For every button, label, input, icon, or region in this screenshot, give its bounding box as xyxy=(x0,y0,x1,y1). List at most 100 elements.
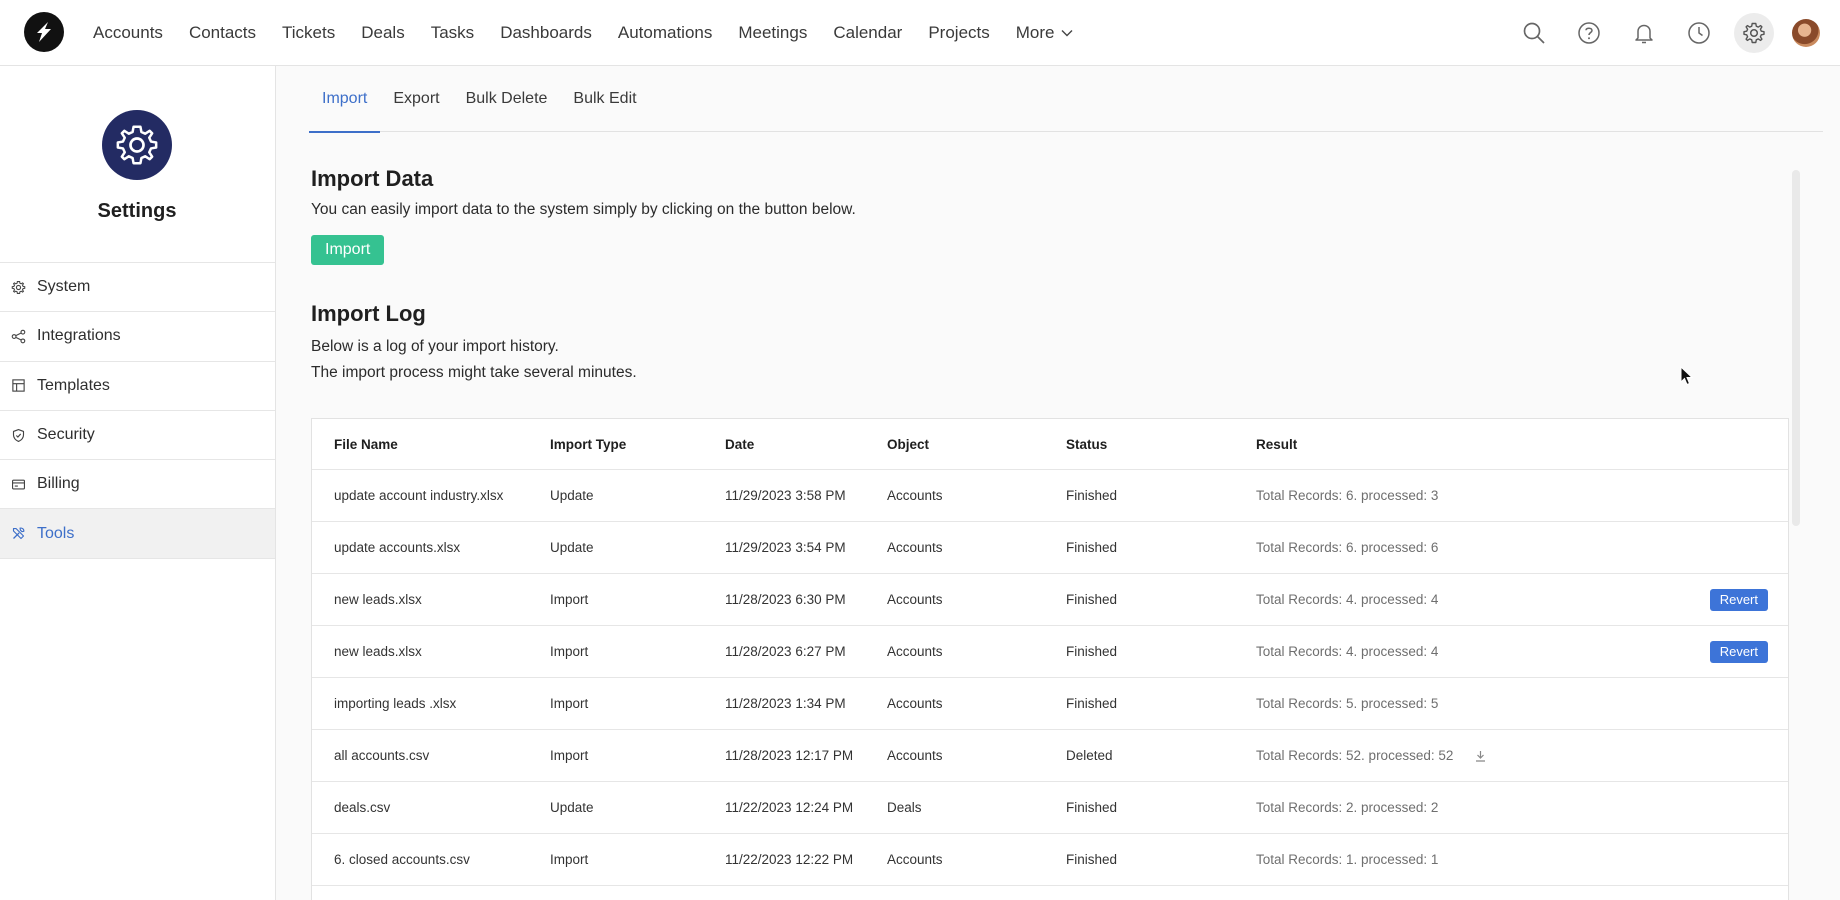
cell-status: Finished xyxy=(1066,522,1117,573)
cell-object: Deals xyxy=(887,782,922,833)
cell-result-text: Total Records: 4. processed: 4 xyxy=(1256,644,1439,659)
cell-status: Deleted xyxy=(1066,730,1113,781)
history-button[interactable] xyxy=(1679,13,1719,53)
user-avatar[interactable] xyxy=(1792,19,1820,47)
tab-import[interactable]: Import xyxy=(309,66,381,133)
column-header-date[interactable]: Date xyxy=(725,419,754,469)
nav-item-deals[interactable]: Deals xyxy=(361,23,404,43)
sidebar-item-security[interactable]: Security xyxy=(0,411,275,461)
cell-result-text: Total Records: 52. processed: 52 xyxy=(1256,748,1454,763)
column-header-status[interactable]: Status xyxy=(1066,419,1107,469)
cell-result-text: Total Records: 1. processed: 1 xyxy=(1256,852,1439,867)
settings-sidebar: Settings System Integrations Templates S… xyxy=(0,66,276,900)
sidebar-item-billing[interactable]: Billing xyxy=(0,460,275,510)
nav-item-projects[interactable]: Projects xyxy=(928,23,989,43)
tab-export[interactable]: Export xyxy=(380,66,452,132)
cell-date: 11/28/2023 1:34 PM xyxy=(725,678,846,729)
cell-object-text: Accounts xyxy=(887,644,943,659)
revert-button[interactable]: Revert xyxy=(1709,641,1768,663)
search-button[interactable] xyxy=(1514,13,1554,53)
cell-date: 11/29/2023 3:54 PM xyxy=(725,522,846,573)
cell-file-name: new leads.xlsx xyxy=(334,626,422,677)
cell-date: 11/22/2023 12:24 PM xyxy=(725,782,853,833)
cell-file-name-text: importing leads .xlsx xyxy=(334,696,457,711)
cell-date-text: 11/28/2023 6:30 PM xyxy=(725,592,846,607)
cell-status-text: Finished xyxy=(1066,644,1118,659)
cell-result: Total Records: 2. processed: 2 xyxy=(1256,782,1438,833)
cell-import-type: Import xyxy=(550,730,588,781)
cell-status-text: Finished xyxy=(1066,852,1118,867)
import-log-table: File Name Import Type Date Object Status… xyxy=(311,418,1789,900)
help-button[interactable] xyxy=(1569,13,1609,53)
cell-result: Total Records: 1. processed: 1 xyxy=(1256,834,1438,885)
cell-status-text: Finished xyxy=(1066,696,1118,711)
cell-import-type: Import xyxy=(550,574,588,625)
cell-object-text: Accounts xyxy=(887,696,943,711)
nav-item-tasks[interactable]: Tasks xyxy=(431,23,474,43)
cell-date-text: 11/29/2023 3:58 PM xyxy=(725,488,846,503)
tab-bulk-edit[interactable]: Bulk Edit xyxy=(560,66,649,132)
sidebar-title: Settings xyxy=(97,200,177,222)
shield-icon xyxy=(12,428,25,442)
gear-icon xyxy=(1743,22,1765,44)
table-row: update accounts.xlsx Update 11/29/2023 3:5… xyxy=(312,522,1788,574)
mouse-cursor-icon xyxy=(1680,366,1694,386)
column-header-file-name[interactable]: File Name xyxy=(334,419,398,469)
sidebar-item-integrations[interactable]: Integrations xyxy=(0,312,275,362)
cell-result-text: Total Records: 5. processed: 5 xyxy=(1256,696,1439,711)
sidebar-item-label: Security xyxy=(37,426,95,444)
nav-item-automations[interactable]: Automations xyxy=(618,23,713,43)
sidebar-item-system[interactable]: System xyxy=(0,263,275,313)
cell-object: Accounts xyxy=(887,574,943,625)
tab-bulk-delete[interactable]: Bulk Delete xyxy=(453,66,561,132)
cell-import-type-text: Import xyxy=(550,748,589,763)
nav-item-contacts[interactable]: Contacts xyxy=(189,23,256,43)
table-row: new leads.xlsx Import 11/28/2023 6:27 PM Ac… xyxy=(312,626,1788,678)
nav-item-accounts[interactable]: Accounts xyxy=(93,23,163,43)
download-icon[interactable] xyxy=(1475,750,1486,762)
cell-file-name-text: deals.csv xyxy=(334,800,391,815)
cell-status-text: Finished xyxy=(1066,592,1118,607)
sidebar-item-templates[interactable]: Templates xyxy=(0,362,275,411)
cell-file-name: update account industry.xlsx xyxy=(334,470,503,521)
search-icon xyxy=(1523,22,1545,44)
column-header-object[interactable]: Object xyxy=(887,419,929,469)
sidebar-item-tools[interactable]: Tools xyxy=(0,509,275,559)
cell-file-name: importing leads .xlsx xyxy=(334,678,456,729)
cell-status: Finished xyxy=(1066,782,1117,833)
cell-import-type-text: Import xyxy=(550,592,589,607)
table-row: all accounts.csv Import 11/28/2023 12:17 P… xyxy=(312,730,1788,782)
nav-item-meetings[interactable]: Meetings xyxy=(738,23,807,43)
nav-item-calendar[interactable]: Calendar xyxy=(833,23,902,43)
cell-date-text: 11/22/2023 12:24 PM xyxy=(725,800,854,815)
cell-object: Accounts xyxy=(887,834,943,885)
nav-item-dashboards[interactable]: Dashboards xyxy=(500,23,592,43)
cell-date-text: 11/29/2023 3:54 PM xyxy=(725,540,846,555)
gear-icon xyxy=(116,125,158,165)
revert-button[interactable]: Revert xyxy=(1709,589,1768,611)
column-header-import-type[interactable]: Import Type xyxy=(550,419,626,469)
content-scrollbar[interactable] xyxy=(1792,170,1800,526)
cell-result-text: Total Records: 4. processed: 4 xyxy=(1256,592,1439,607)
import-button[interactable]: Import xyxy=(311,235,385,265)
notifications-button[interactable] xyxy=(1624,13,1664,53)
cell-result: Total Records: 4. processed: 4 xyxy=(1256,574,1438,625)
cell-result: Total Records: 6. processed: 3 xyxy=(1256,470,1438,521)
main-content: Import Export Bulk Delete Bulk Edit Impo… xyxy=(276,66,1840,900)
app-logo[interactable] xyxy=(24,12,64,52)
cell-date: 11/22/2023 12:22 PM xyxy=(725,834,853,885)
sidebar-item-label: Templates xyxy=(37,376,110,394)
nav-item-more[interactable]: More xyxy=(1016,23,1073,43)
table-row: deals.csv Update 11/22/2023 12:24 PM Deals F… xyxy=(312,782,1788,834)
cell-object-text: Accounts xyxy=(887,592,943,607)
column-header-result[interactable]: Result xyxy=(1256,419,1297,469)
cell-object: Accounts xyxy=(887,678,943,729)
table-row: 6. closed accounts.csv Import 11/22/2023 1… xyxy=(312,834,1788,886)
settings-button[interactable] xyxy=(1734,13,1774,53)
nav-item-tickets[interactable]: Tickets xyxy=(282,23,335,43)
help-icon xyxy=(1578,22,1600,44)
cell-result: Total Records: 4. processed: 4 xyxy=(1256,626,1438,677)
cell-object-text: Deals xyxy=(887,800,922,815)
cell-status-text: Finished xyxy=(1066,800,1118,815)
cell-object-text: Accounts xyxy=(887,852,943,867)
